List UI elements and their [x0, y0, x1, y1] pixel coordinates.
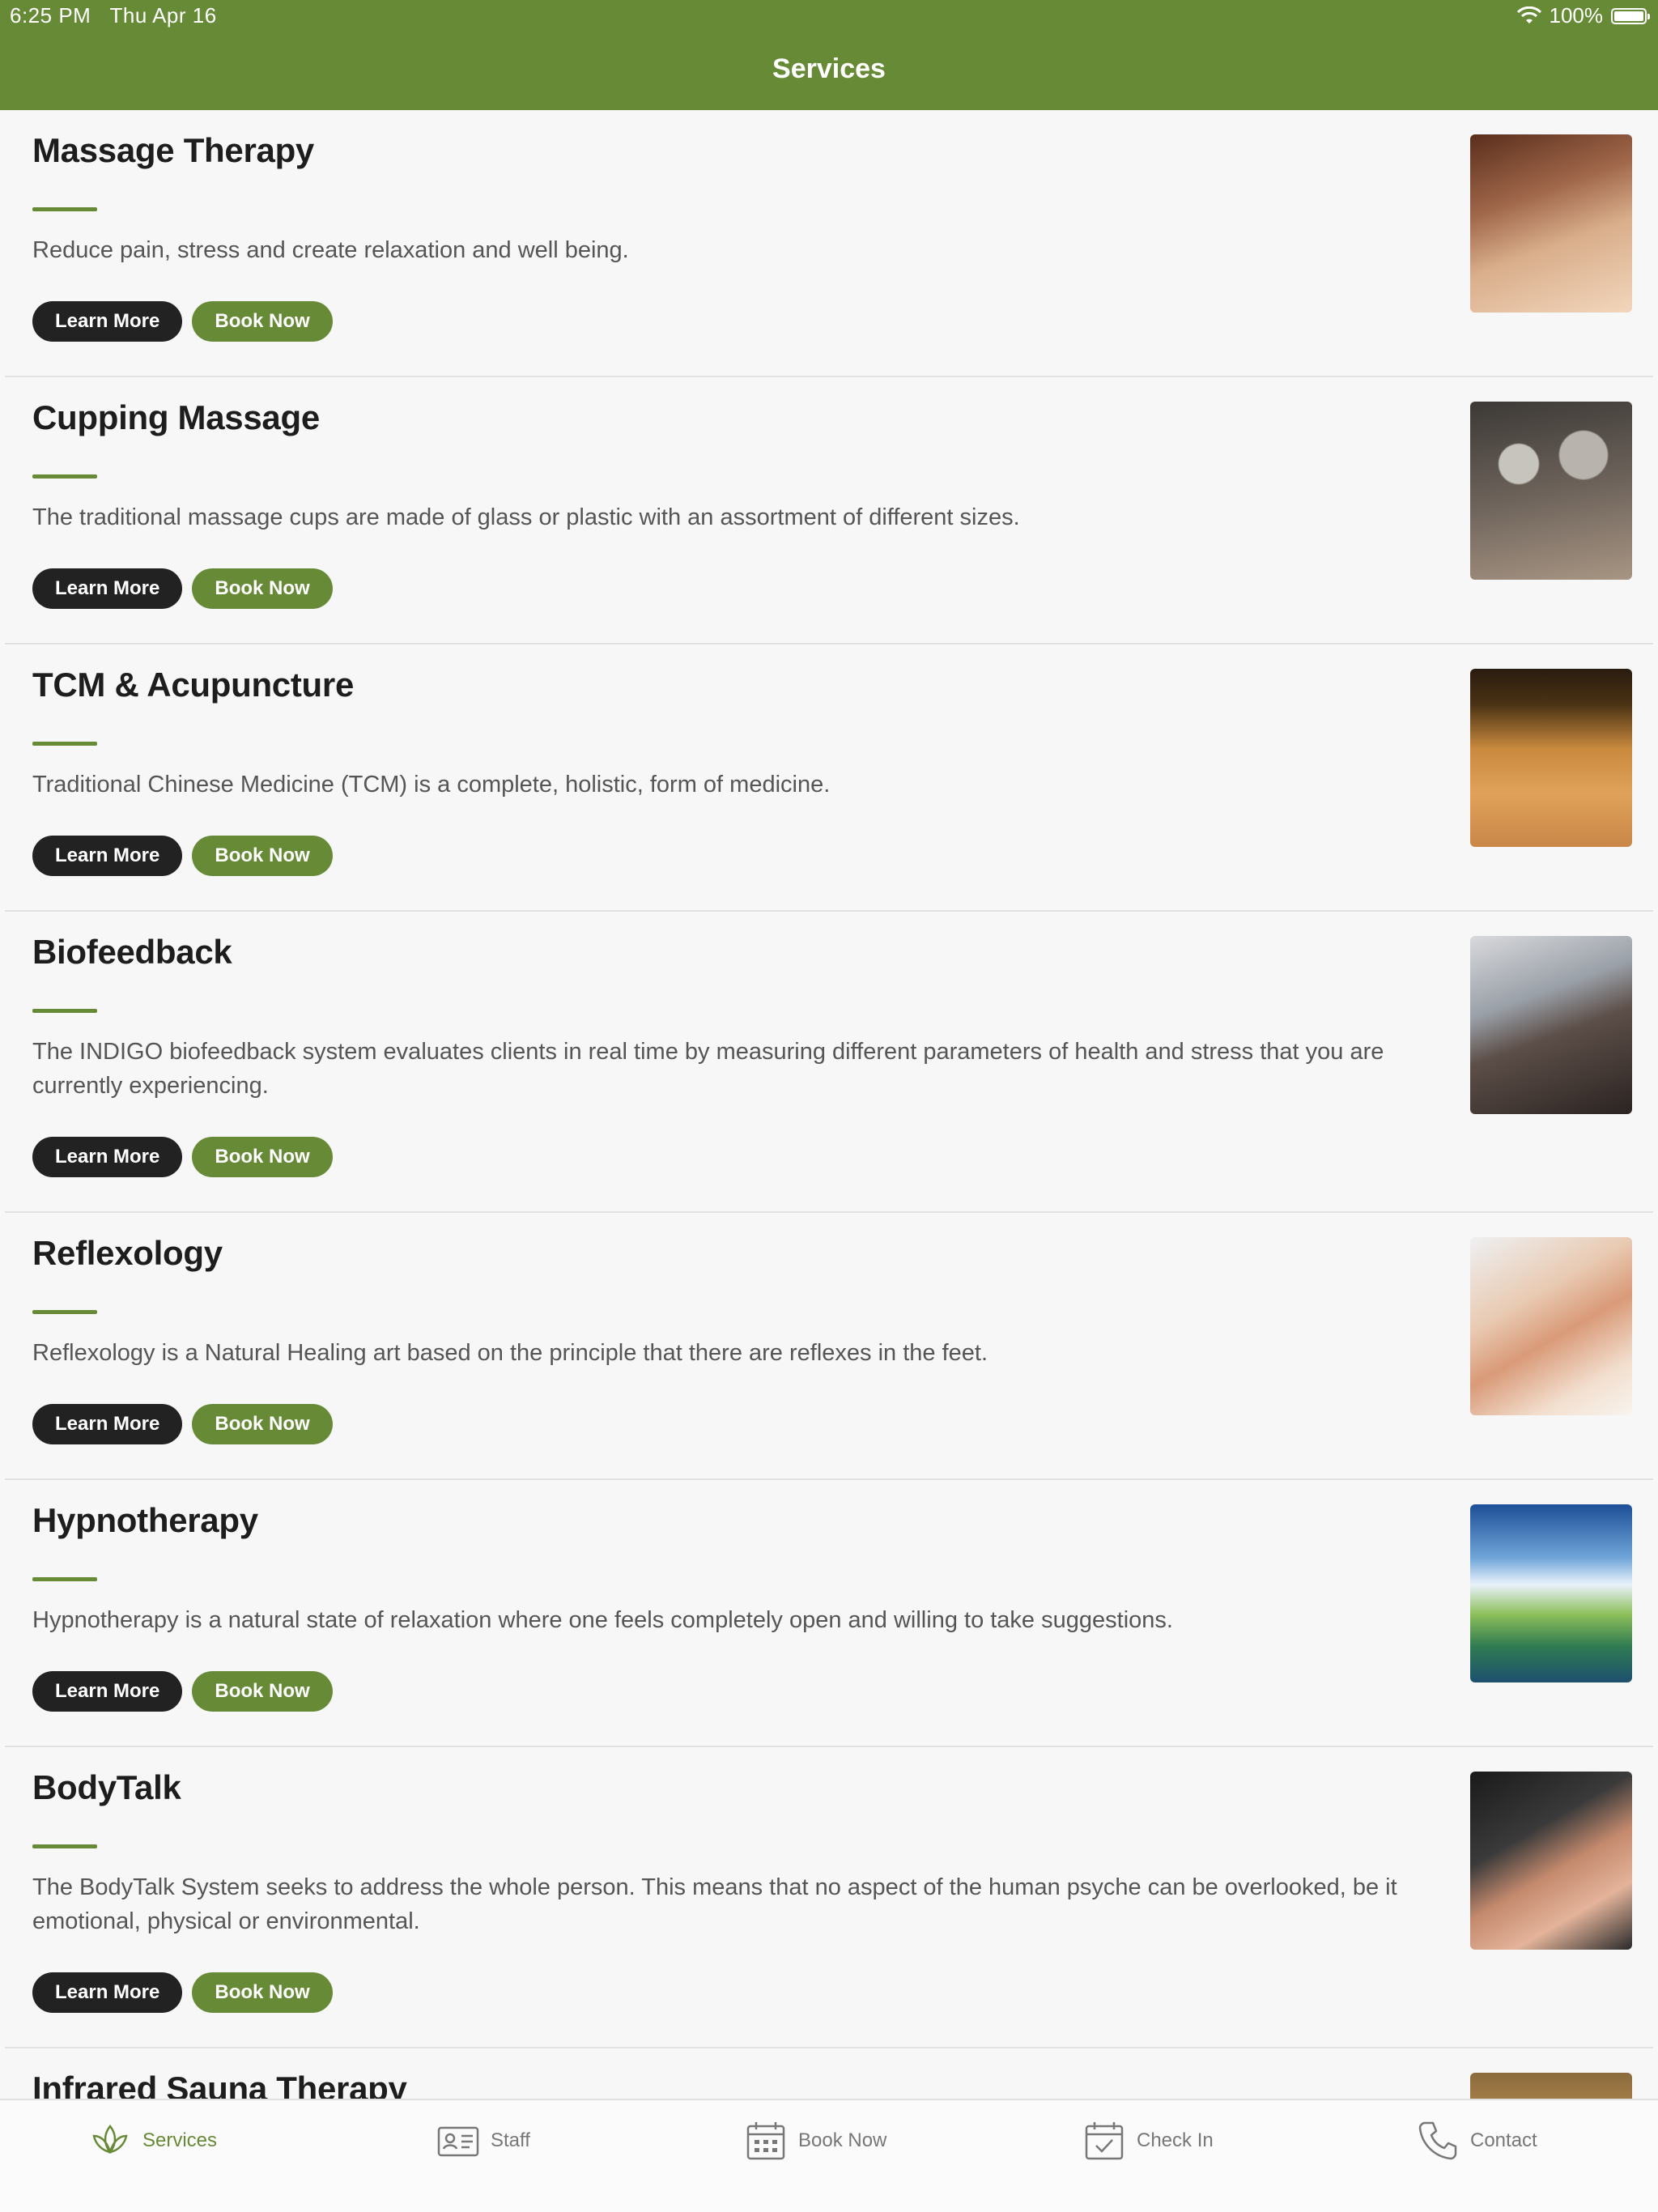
book-now-button[interactable]: Book Now: [192, 836, 333, 876]
service-description: Reflexology is a Natural Healing art bas…: [32, 1340, 988, 1366]
service-thumbnail: [1470, 1772, 1632, 1950]
service-title: TCM & Acupuncture: [32, 666, 354, 704]
service-actions: Learn More Book Now: [32, 301, 333, 342]
service-thumbnail: [1470, 1237, 1632, 1415]
phone-icon: [1418, 2121, 1457, 2160]
service-description: The BodyTalk System seeks to address the…: [32, 1874, 1397, 1934]
id-card-icon: [437, 2126, 479, 2157]
status-time: 6:25 PM Thu Apr 16: [10, 3, 217, 28]
learn-more-button[interactable]: Learn More: [32, 1404, 183, 1444]
title-accent-divider: [32, 474, 97, 479]
services-list[interactable]: Massage Therapy Reduce pain, stress and …: [0, 110, 1658, 2099]
service-card-reflexology: Reflexology Reflexology is a Natural Hea…: [5, 1213, 1653, 1480]
service-thumbnail: [1470, 669, 1632, 847]
learn-more-button[interactable]: Learn More: [32, 836, 183, 876]
wifi-icon: [1516, 6, 1541, 23]
learn-more-button[interactable]: Learn More: [32, 301, 183, 342]
service-title: Biofeedback: [32, 933, 232, 971]
service-description: Hypnotherapy is a natural state of relax…: [32, 1607, 1173, 1633]
service-card-bodytalk: BodyTalk The BodyTalk System seeks to ad…: [5, 1747, 1653, 2048]
status-date-text: Thu Apr 16: [109, 3, 217, 28]
status-indicators: 100%: [1516, 3, 1650, 28]
tab-check-in[interactable]: Check In: [1082, 2100, 1214, 2181]
battery-icon: [1611, 7, 1650, 24]
title-accent-divider: [32, 1577, 97, 1581]
service-title: Hypnotherapy: [32, 1501, 258, 1539]
service-card-hypnotherapy: Hypnotherapy Hypnotherapy is a natural s…: [5, 1480, 1653, 1747]
service-description: Traditional Chinese Medicine (TCM) is a …: [32, 772, 831, 798]
book-now-button[interactable]: Book Now: [192, 568, 333, 609]
service-actions: Learn More Book Now: [32, 836, 333, 876]
service-title: Cupping Massage: [32, 398, 320, 436]
book-now-button[interactable]: Book Now: [192, 301, 333, 342]
title-accent-divider: [32, 1009, 97, 1013]
tab-label: Check In: [1137, 2129, 1214, 2151]
service-thumbnail: [1470, 936, 1632, 1114]
tab-label: Services: [142, 2129, 218, 2151]
title-accent-divider: [32, 1310, 97, 1314]
book-now-button[interactable]: Book Now: [192, 1671, 333, 1712]
service-description: The traditional massage cups are made of…: [32, 504, 1020, 530]
service-card-cupping-massage: Cupping Massage The traditional massage …: [5, 377, 1653, 644]
tab-bar: Services Staff Book Now Check In Contact: [0, 2099, 1658, 2212]
status-time-text: 6:25 PM: [10, 3, 91, 28]
service-card-massage-therapy: Massage Therapy Reduce pain, stress and …: [5, 110, 1653, 377]
battery-percentage: 100%: [1549, 3, 1604, 28]
title-accent-divider: [32, 207, 97, 211]
service-title: Infrared Sauna Therapy: [32, 2069, 407, 2099]
lotus-icon: [92, 2124, 128, 2155]
service-title: Massage Therapy: [32, 131, 314, 169]
service-actions: Learn More Book Now: [32, 1404, 333, 1444]
tab-services[interactable]: Services: [87, 2100, 217, 2181]
service-description: The INDIGO biofeedback system evaluates …: [32, 1039, 1384, 1099]
title-accent-divider: [32, 1844, 97, 1848]
service-title: Reflexology: [32, 1234, 223, 1272]
service-actions: Learn More Book Now: [32, 1137, 333, 1177]
tab-book-now[interactable]: Book Now: [743, 2100, 886, 2181]
learn-more-button[interactable]: Learn More: [32, 1137, 183, 1177]
service-card-tcm-acupuncture: TCM & Acupuncture Traditional Chinese Me…: [5, 644, 1653, 912]
calendar-icon: [746, 2122, 785, 2160]
navigation-header: 6:25 PM Thu Apr 16 100% Services: [0, 0, 1658, 110]
page-title: Services: [772, 53, 886, 84]
tab-label: Staff: [491, 2129, 530, 2151]
service-card-biofeedback: Biofeedback The INDIGO biofeedback syste…: [5, 912, 1653, 1213]
service-actions: Learn More Book Now: [32, 1972, 333, 2013]
service-thumbnail: [1470, 402, 1632, 580]
service-thumbnail: [1470, 134, 1632, 313]
learn-more-button[interactable]: Learn More: [32, 1972, 183, 2013]
tab-label: Book Now: [798, 2129, 887, 2151]
title-accent-divider: [32, 742, 97, 746]
learn-more-button[interactable]: Learn More: [32, 568, 183, 609]
service-thumbnail: [1470, 1504, 1632, 1682]
calendar-check-icon: [1085, 2122, 1124, 2160]
book-now-button[interactable]: Book Now: [192, 1972, 333, 2013]
service-title: BodyTalk: [32, 1768, 181, 1806]
service-actions: Learn More Book Now: [32, 1671, 333, 1712]
book-now-button[interactable]: Book Now: [192, 1404, 333, 1444]
book-now-button[interactable]: Book Now: [192, 1137, 333, 1177]
tab-staff[interactable]: Staff: [436, 2100, 530, 2181]
service-thumbnail: [1470, 2073, 1632, 2099]
service-description: Reduce pain, stress and create relaxatio…: [32, 237, 629, 263]
tab-contact[interactable]: Contact: [1415, 2100, 1537, 2181]
learn-more-button[interactable]: Learn More: [32, 1671, 183, 1712]
service-actions: Learn More Book Now: [32, 568, 333, 609]
tab-label: Contact: [1470, 2129, 1537, 2151]
service-card-infrared-sauna: Infrared Sauna Therapy: [5, 2048, 1653, 2099]
